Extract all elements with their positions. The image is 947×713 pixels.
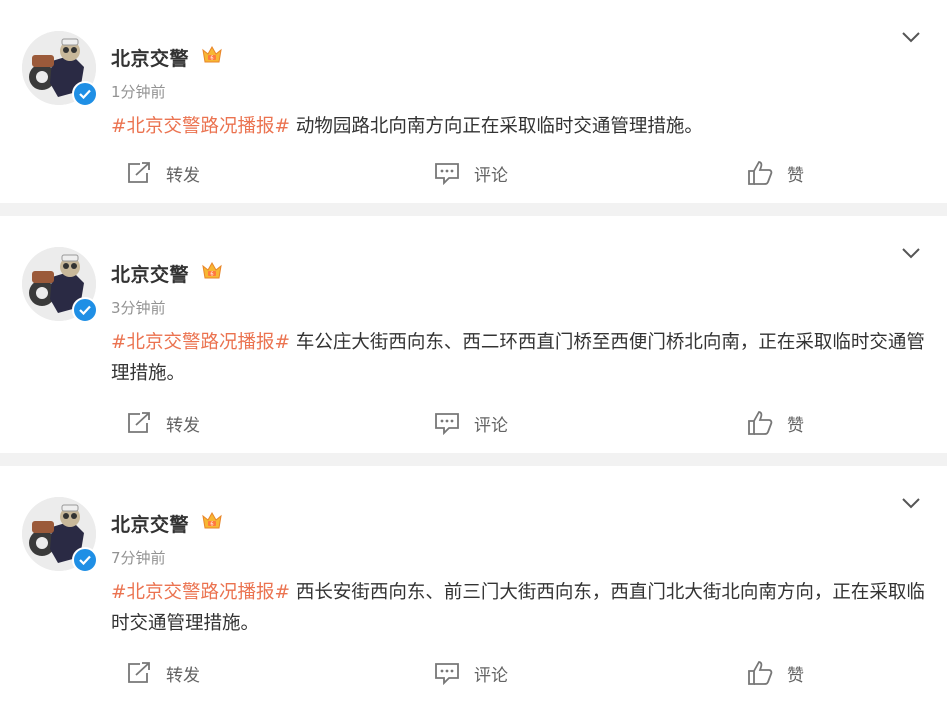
share-arrow-icon: [128, 662, 150, 683]
comment-button[interactable]: 评论: [434, 156, 508, 190]
thumbs-up-icon: [748, 161, 773, 185]
post-time[interactable]: 1分钟前: [111, 81, 166, 102]
post-content: #北京交警路况播报# 西长安街西向东、前三门大街西向东，西直门北大街北向南方向，…: [111, 577, 926, 639]
post-content: #北京交警路况播报# 动物园路北向南方向正在采取临时交通管理措施。: [111, 111, 926, 142]
comment-label: 评论: [474, 165, 508, 186]
speech-bubble-icon: [435, 413, 459, 435]
post-separator: [0, 453, 947, 466]
verified-check-icon: [72, 81, 98, 107]
speech-bubble-icon: [435, 663, 459, 685]
share-arrow-icon: [128, 162, 150, 183]
like-button[interactable]: 赞: [747, 406, 804, 440]
post-card: 北京交警 6 3分钟前 #北京交警路况播报# 车公庄大街西向东、西二环西直门桥至…: [0, 216, 947, 453]
verified-check-icon: [72, 547, 98, 573]
avatar[interactable]: [22, 31, 98, 107]
hashtag-link[interactable]: #北京交警路况播报#: [111, 116, 290, 137]
repost-label: 转发: [166, 165, 200, 186]
repost-label: 转发: [166, 665, 200, 686]
share-arrow-icon: [128, 412, 150, 433]
comment-button[interactable]: 评论: [434, 656, 508, 690]
crown-badge-icon[interactable]: 6: [200, 44, 224, 66]
hashtag-link[interactable]: #北京交警路况播报#: [111, 332, 290, 353]
post-text: 动物园路北向南方向正在采取临时交通管理措施。: [290, 116, 703, 137]
comment-button[interactable]: 评论: [434, 406, 508, 440]
comment-label: 评论: [474, 665, 508, 686]
author-name[interactable]: 北京交警: [111, 260, 189, 287]
author-name[interactable]: 北京交警: [111, 44, 189, 71]
like-button[interactable]: 赞: [747, 656, 804, 690]
repost-button[interactable]: 转发: [126, 156, 200, 190]
action-bar: 转发 评论 赞: [0, 656, 947, 692]
verified-check-icon: [72, 297, 98, 323]
thumbs-up-icon: [748, 661, 773, 685]
post-card: 北京交警 6 7分钟前 #北京交警路况播报# 西长安街西向东、前三门大街西向东，…: [0, 466, 947, 713]
repost-label: 转发: [166, 415, 200, 436]
chevron-down-icon[interactable]: [901, 496, 921, 510]
crown-badge-icon[interactable]: 6: [200, 260, 224, 282]
comment-label: 评论: [474, 415, 508, 436]
like-label: 赞: [787, 165, 804, 186]
post-card: 北京交警 6 1分钟前 #北京交警路况播报# 动物园路北向南方向正在采取临时交通…: [0, 0, 947, 203]
action-bar: 转发 评论 赞: [0, 406, 947, 442]
weibo-feed: 北京交警 6 1分钟前 #北京交警路况播报# 动物园路北向南方向正在采取临时交通…: [0, 0, 947, 713]
chevron-down-icon[interactable]: [901, 246, 921, 260]
post-time[interactable]: 7分钟前: [111, 547, 166, 568]
post-time[interactable]: 3分钟前: [111, 297, 166, 318]
action-bar: 转发 评论 赞: [0, 156, 947, 192]
post-separator: [0, 203, 947, 216]
post-content: #北京交警路况播报# 车公庄大街西向东、西二环西直门桥至西便门桥北向南，正在采取…: [111, 327, 926, 389]
repost-button[interactable]: 转发: [126, 656, 200, 690]
svg-text:6: 6: [210, 272, 213, 278]
speech-bubble-icon: [435, 163, 459, 185]
like-label: 赞: [787, 415, 804, 436]
repost-button[interactable]: 转发: [126, 406, 200, 440]
svg-text:6: 6: [210, 56, 213, 62]
like-button[interactable]: 赞: [747, 156, 804, 190]
avatar[interactable]: [22, 497, 98, 573]
author-name[interactable]: 北京交警: [111, 510, 189, 537]
svg-text:6: 6: [210, 522, 213, 528]
chevron-down-icon[interactable]: [901, 30, 921, 44]
hashtag-link[interactable]: #北京交警路况播报#: [111, 582, 290, 603]
crown-badge-icon[interactable]: 6: [200, 510, 224, 532]
thumbs-up-icon: [748, 411, 773, 435]
like-label: 赞: [787, 665, 804, 686]
avatar[interactable]: [22, 247, 98, 323]
